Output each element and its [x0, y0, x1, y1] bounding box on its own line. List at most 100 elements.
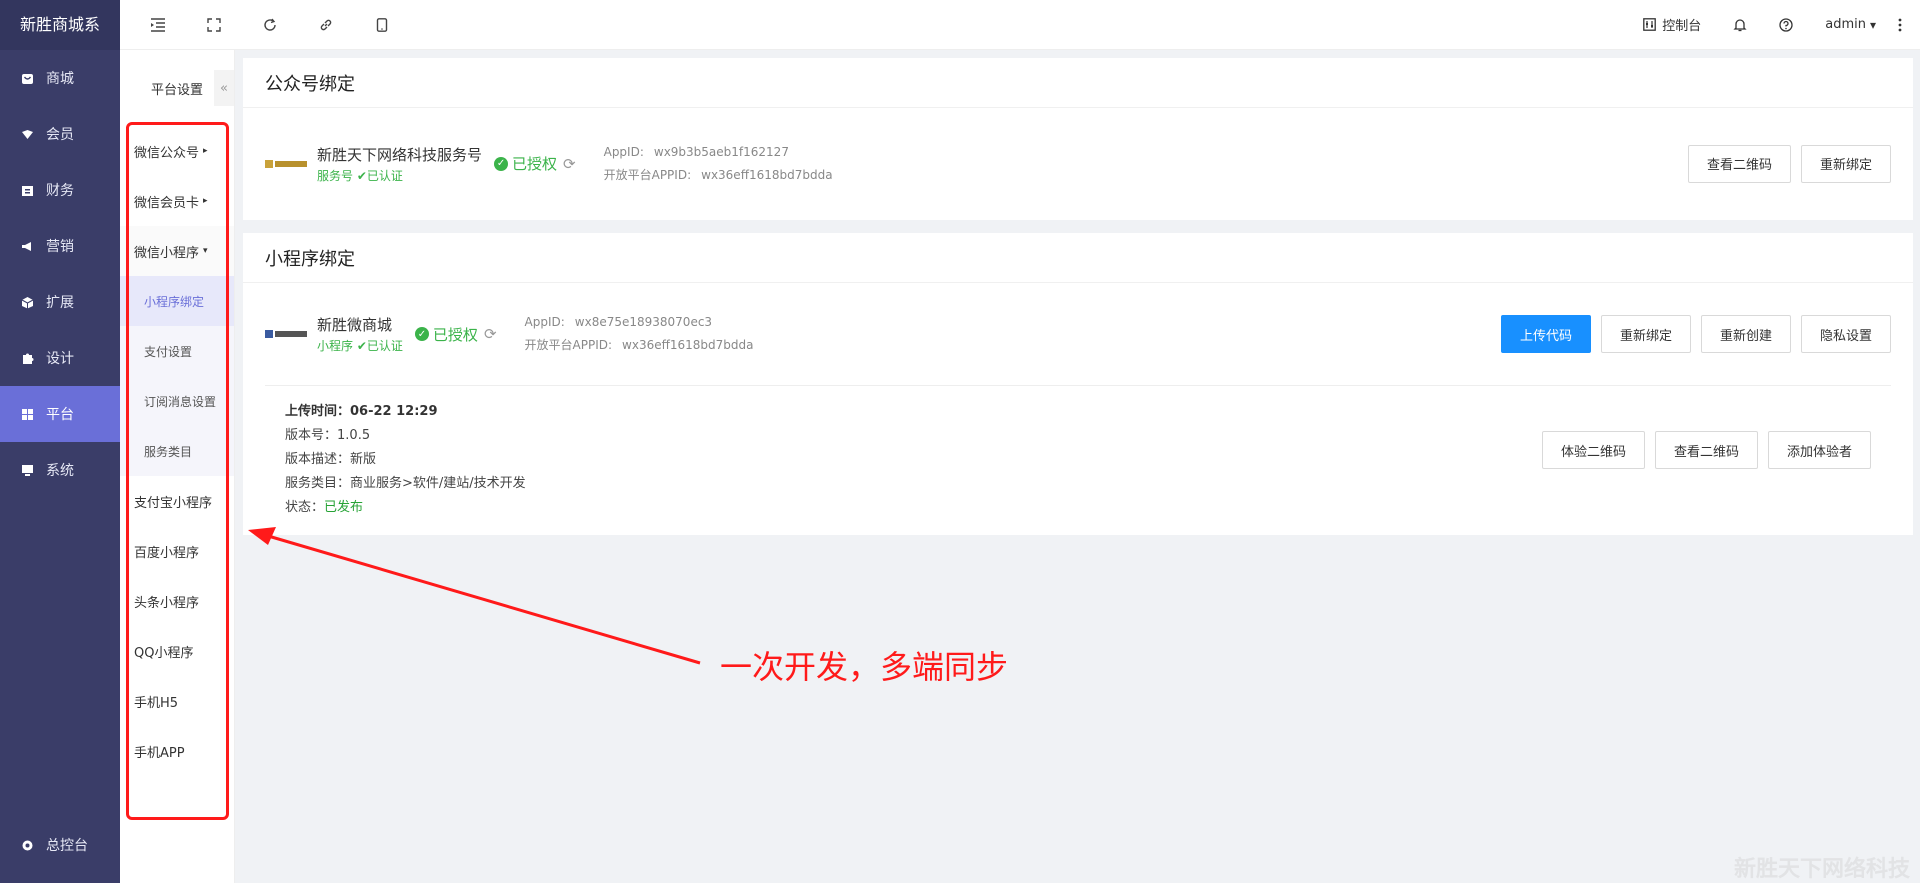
bell-icon	[1733, 18, 1747, 32]
refresh-icon[interactable]	[242, 0, 298, 50]
annotation-text: 一次开发，多端同步	[720, 648, 1009, 686]
nav-label: 总控台	[46, 838, 88, 854]
section-title: 小程序绑定	[243, 233, 1913, 283]
sync-icon[interactable]: ⟳	[563, 155, 576, 173]
appid-label: AppID:	[524, 315, 565, 329]
cube-icon	[20, 295, 34, 309]
mini-program-card: 小程序绑定 新胜微商城 小程序 ✔已认证 ✓ 已授权 ⟳ AppID: wx8e75e…	[243, 233, 1913, 535]
authorized-label: 已授权	[512, 155, 558, 173]
subnav-pay-settings[interactable]: 支付设置	[120, 326, 234, 376]
status-value: 已发布	[324, 500, 364, 515]
console-label: 控制台	[1662, 19, 1702, 34]
version-label: 版本号：	[285, 428, 338, 443]
subnav-title: 平台设置	[150, 82, 203, 98]
user-menu[interactable]: admin ▾	[1809, 17, 1892, 32]
collapse-icon[interactable]: «	[214, 70, 234, 106]
caret-down-icon: ▾	[203, 246, 208, 256]
authorized-label: 已授权	[432, 325, 478, 344]
upload-code-button[interactable]: 上传代码	[1500, 315, 1591, 353]
open-appid-label: 开放平台APPID:	[524, 338, 613, 352]
nav-label: 系统	[46, 463, 74, 479]
nav-item-extend[interactable]: 扩展	[0, 274, 120, 330]
nav-label: 设计	[46, 351, 74, 367]
watermark: 新胜天下网络科技	[1733, 857, 1910, 882]
section-title: 公众号绑定	[243, 58, 1913, 108]
subnav-label: 微信会员卡	[134, 195, 200, 211]
rebind-button[interactable]: 重新绑定	[1600, 315, 1691, 353]
nav-label: 财务	[46, 183, 74, 199]
upload-time-value: 06-22 12:29	[350, 404, 438, 419]
subnav-baidu[interactable]: 百度小程序	[120, 526, 234, 576]
nav-item-member[interactable]: 会员	[0, 106, 120, 162]
nav-label: 平台	[46, 407, 74, 423]
desc-value: 新版	[350, 452, 377, 467]
subnav-app[interactable]: 手机APP	[120, 726, 234, 776]
verified-icon: ✔	[356, 168, 367, 183]
account-type: 服务号	[317, 168, 354, 183]
nav-item-platform[interactable]: 平台	[0, 386, 120, 442]
notification-bell[interactable]	[1717, 18, 1763, 32]
nav-item-marketing[interactable]: 营销	[0, 218, 120, 274]
mini-program-logo	[265, 324, 309, 344]
subnav-h5[interactable]: 手机H5	[120, 676, 234, 726]
official-account-card: 公众号绑定 新胜天下网络科技服务号 服务号 ✔已认证 ✓ 已授权 ⟳ AppID: w…	[243, 58, 1913, 220]
view-qrcode-button[interactable]: 查看二维码	[1654, 431, 1758, 469]
recreate-button[interactable]: 重新创建	[1700, 315, 1791, 353]
version-detail: 上传时间：06-22 12:29 版本号：1.0.5 版本描述：新版 服务类目：…	[265, 385, 1891, 538]
nav-item-design[interactable]: 设计	[0, 330, 120, 386]
top-bar: 控制台 admin ▾	[120, 0, 1920, 50]
menu-fold-icon[interactable]	[130, 0, 186, 50]
more-icon[interactable]	[1892, 18, 1920, 32]
version-value: 1.0.5	[337, 428, 371, 443]
chevron-down-icon: ▾	[1869, 17, 1876, 32]
subnav-label: 微信公众号	[134, 145, 200, 161]
appid-value: wx8e75e18938070ec3	[574, 315, 713, 329]
caret-right-icon: ▸	[203, 196, 208, 206]
nav-label: 商城	[46, 71, 74, 87]
sync-icon[interactable]: ⟳	[484, 325, 497, 343]
nav-label: 会员	[46, 127, 74, 143]
upload-time-label: 上传时间：	[285, 404, 351, 419]
megaphone-icon	[20, 239, 34, 253]
privacy-settings-button[interactable]: 隐私设置	[1800, 315, 1891, 353]
main-sidebar: 新胜商城系 商城 会员 财务 营销 扩展 设计 平台 系统 总控台	[0, 0, 120, 883]
console-link[interactable]: 控制台	[1627, 15, 1717, 34]
subnav-label: 微信小程序	[134, 245, 200, 261]
subnav-mini-bind[interactable]: 小程序绑定	[120, 276, 234, 326]
help-button[interactable]	[1763, 17, 1809, 32]
link-icon[interactable]	[298, 0, 354, 50]
verified-label: 已认证	[366, 168, 403, 183]
verified-label: 已认证	[366, 339, 403, 353]
subnav-wechat-official[interactable]: 微信公众号 ▸	[120, 126, 234, 176]
subnav-toutiao[interactable]: 头条小程序	[120, 576, 234, 626]
verified-icon: ✔	[356, 339, 367, 353]
subnav-subscribe-msg[interactable]: 订阅消息设置	[120, 376, 234, 426]
fullscreen-icon[interactable]	[186, 0, 242, 50]
trial-qrcode-button[interactable]: 体验二维码	[1541, 431, 1645, 469]
puzzle-icon	[20, 351, 34, 365]
user-name: admin	[1825, 17, 1866, 32]
nav-label: 扩展	[46, 295, 74, 311]
subnav-alipay[interactable]: 支付宝小程序	[120, 476, 234, 526]
subnav-wechat-card[interactable]: 微信会员卡 ▸	[120, 176, 234, 226]
subnav-qq[interactable]: QQ小程序	[120, 626, 234, 676]
nav-item-console[interactable]: 总控台	[0, 817, 120, 873]
open-appid-label: 开放平台APPID:	[603, 167, 692, 182]
rebind-button[interactable]: 重新绑定	[1800, 144, 1891, 183]
nav-item-shop[interactable]: 商城	[0, 50, 120, 106]
check-circle-icon: ✓	[414, 327, 429, 341]
subnav-wechat-mini[interactable]: 微信小程序 ▾	[120, 226, 234, 276]
view-qrcode-button[interactable]: 查看二维码	[1687, 144, 1791, 183]
grid-icon	[20, 407, 34, 421]
subnav-service-category[interactable]: 服务类目	[120, 426, 234, 476]
desc-label: 版本描述：	[285, 452, 351, 467]
open-appid-value: wx36eff1618bd7bdda	[701, 167, 833, 182]
appid-value: wx9b3b5aeb1f162127	[653, 144, 789, 159]
mobile-icon[interactable]	[354, 0, 410, 50]
nav-item-system[interactable]: 系统	[0, 442, 120, 498]
open-appid-value: wx36eff1618bd7bdda	[622, 338, 754, 352]
mini-program-type: 小程序	[317, 339, 354, 353]
nav-label: 营销	[46, 239, 74, 255]
add-tester-button[interactable]: 添加体验者	[1767, 431, 1871, 469]
nav-item-finance[interactable]: 财务	[0, 162, 120, 218]
